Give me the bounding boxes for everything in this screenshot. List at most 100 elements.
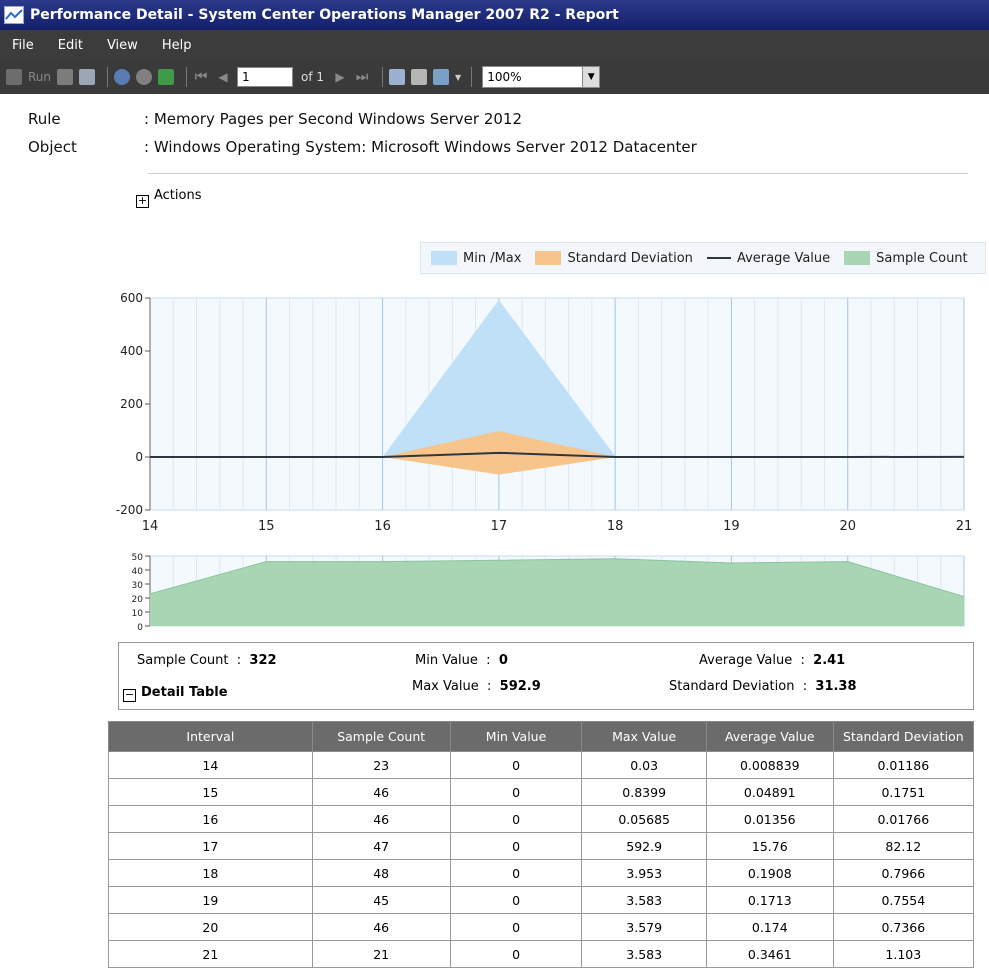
legend-item-average: Average Value [706, 251, 830, 266]
toolbar-separator [186, 67, 188, 87]
legend-item-minmax: Min /Max [431, 251, 521, 266]
legend-label-stddev: Standard Deviation [567, 250, 693, 266]
y-tick-label: 200 [120, 397, 143, 411]
legend-swatch-average [706, 257, 731, 259]
x-tick-label: 16 [374, 519, 391, 534]
report-toolbar: Run ⏮ ◀ 1 of 1 ▶ ⏭ ▼ 100% ▼ [0, 60, 989, 94]
x-tick-label: 21 [956, 519, 973, 534]
print-icon[interactable] [411, 69, 428, 85]
average-value-colon: : [796, 653, 810, 668]
table-row: 21 21 0 3.583 0.3461 1.103 [108, 940, 975, 968]
cell-sample-count: 45 [311, 886, 451, 914]
cell-max-value: 0.05685 [581, 805, 707, 833]
cell-sample-count: 46 [311, 913, 451, 941]
document-map-icon[interactable] [79, 69, 96, 85]
table-row: 16 46 0 0.05685 0.01356 0.01766 [108, 805, 975, 833]
x-tick-label: 19 [723, 519, 740, 534]
cell-sample-count: 46 [311, 805, 451, 833]
cell-min-value: 0 [449, 805, 583, 833]
table-row: 14 23 0 0.03 0.008839 0.01186 [108, 751, 975, 779]
menu-bar: File Edit View Help [0, 30, 989, 60]
x-tick-label: 18 [607, 519, 624, 534]
detail-table-label[interactable]: Detail Table [141, 685, 228, 700]
menu-file[interactable]: File [0, 38, 46, 53]
y-tick-label: 40 [132, 567, 144, 577]
cell-average-value: 0.01356 [705, 805, 834, 833]
menu-edit[interactable]: Edit [46, 38, 95, 53]
menu-help[interactable]: Help [150, 38, 204, 53]
y-tick-label: 10 [132, 609, 144, 619]
sample-count-colon: : [232, 653, 246, 668]
print-preview-icon[interactable] [389, 69, 406, 85]
detail-table-collapse-toggle[interactable]: − [123, 689, 136, 702]
cell-standard-deviation: 0.7554 [832, 886, 975, 914]
export-dropdown-icon[interactable]: ▼ [455, 73, 461, 82]
cell-min-value: 0 [449, 778, 583, 806]
cell-interval: 14 [108, 751, 313, 779]
stop-icon[interactable] [136, 69, 153, 85]
page-number-input[interactable]: 1 [237, 67, 294, 87]
export-icon[interactable] [433, 69, 450, 85]
legend-swatch-stddev [535, 251, 562, 265]
last-page-icon[interactable]: ⏭ [354, 69, 370, 85]
cell-interval: 20 [108, 913, 313, 941]
refresh-icon[interactable] [158, 69, 175, 85]
cell-standard-deviation: 1.103 [832, 940, 975, 968]
back-icon[interactable] [114, 69, 131, 85]
page-of-label: of 1 [301, 70, 325, 84]
cell-interval: 18 [108, 859, 313, 887]
y-tick-label: 30 [132, 581, 144, 591]
cell-min-value: 0 [449, 832, 583, 860]
zoom-select[interactable]: 100% ▼ [482, 66, 601, 88]
std-dev-colon: : [798, 679, 812, 694]
run-button[interactable]: Run [6, 67, 51, 87]
cell-average-value: 0.04891 [705, 778, 834, 806]
first-page-icon[interactable]: ⏮ [193, 69, 209, 85]
x-tick-label: 17 [491, 519, 508, 534]
cell-max-value: 3.579 [581, 913, 707, 941]
std-dev-value: 31.38 [815, 679, 857, 694]
cell-max-value: 3.583 [581, 886, 707, 914]
average-value-value: 2.41 [813, 653, 846, 668]
column-header-sample-count: Sample Count [311, 721, 451, 752]
cell-interval: 16 [108, 805, 313, 833]
previous-page-icon[interactable]: ◀ [215, 69, 231, 85]
header-divider [148, 173, 968, 174]
toolbar-separator [471, 67, 473, 87]
max-value-label: Max Value [412, 679, 479, 694]
cell-average-value: 15.76 [705, 832, 834, 860]
object-label: Object [28, 138, 77, 156]
actions-label[interactable]: Actions [154, 188, 202, 203]
run-icon [6, 69, 22, 85]
cell-average-value: 0.174 [705, 913, 834, 941]
legend-label-minmax: Min /Max [463, 250, 522, 266]
menu-view[interactable]: View [95, 38, 150, 53]
table-header-row: Interval Sample Count Min Value Max Valu… [108, 721, 975, 752]
x-tick-label: 20 [839, 519, 856, 534]
zoom-value: 100% [487, 70, 522, 84]
detail-table: Interval Sample Count Min Value Max Valu… [108, 721, 975, 968]
chevron-down-icon[interactable]: ▼ [582, 67, 600, 87]
next-page-icon[interactable]: ▶ [332, 69, 348, 85]
parameters-icon[interactable] [57, 69, 74, 85]
y-tick-label: 600 [120, 291, 143, 305]
actions-expand-toggle[interactable]: + [136, 195, 149, 208]
legend-swatch-minmax [431, 251, 457, 265]
y-tick-label: 20 [132, 595, 144, 605]
sample-count-value: 322 [249, 653, 277, 668]
toolbar-separator [107, 67, 109, 87]
cell-standard-deviation: 0.7966 [832, 859, 975, 887]
object-value: : Windows Operating System: Microsoft Wi… [144, 138, 697, 156]
window-title: Performance Detail - System Center Opera… [30, 7, 619, 23]
cell-min-value: 0 [449, 940, 583, 968]
min-value-colon: : [482, 653, 495, 668]
cell-average-value: 0.3461 [705, 940, 834, 968]
std-dev-label: Standard Deviation [669, 679, 795, 694]
cell-interval: 15 [108, 778, 313, 806]
window-title-bar: Performance Detail - System Center Opera… [0, 0, 989, 30]
legend-label-sample-count: Sample Count [876, 250, 968, 266]
y-tick-label: -200 [116, 503, 143, 517]
cell-interval: 19 [108, 886, 313, 914]
column-header-max-value: Max Value [581, 721, 707, 752]
cell-average-value: 0.1908 [705, 859, 834, 887]
